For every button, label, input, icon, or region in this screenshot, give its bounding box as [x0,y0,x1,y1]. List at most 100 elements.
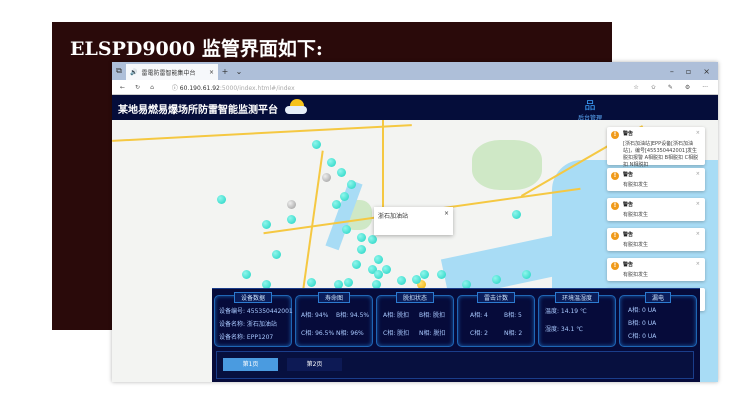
pen-icon[interactable]: ✎ [668,84,673,91]
tab-close-icon[interactable]: × [209,69,214,76]
popup-close-icon[interactable]: × [444,210,449,217]
count-c: C相: 2 [470,330,488,337]
map-marker[interactable] [332,200,341,209]
device-name: 设备名称: 浙石加油站 [219,321,277,328]
notification-title: 警告 [623,172,634,178]
new-tab-button[interactable]: + [218,67,232,76]
map-marker[interactable] [217,195,226,204]
notification-card[interactable]: ! 警告有脱扣发生 × [607,198,705,221]
page-1-button[interactable]: 第1页 [223,358,278,371]
map-marker[interactable] [342,225,351,234]
reload-icon[interactable]: ↻ [135,84,140,91]
notification-text: [浙石加油站]EPP设备[浙石加油站]，编号[4553504420​01]发生脱… [623,141,699,168]
tab-actions-icon[interactable]: ⧉ [112,66,126,76]
life-a: A相: 94% [301,312,329,319]
trip-b: B相: 脱扣 [419,312,446,319]
leak-c: C相: 0 UA [628,333,657,340]
warning-icon: ! [611,172,619,180]
device-panel: 设备数据 设备编号: 455350442001 设备名称: 浙石加油站 设备名称… [212,288,700,382]
map-marker[interactable] [312,140,321,149]
home-icon[interactable]: ⌂ [150,84,154,91]
notification-text: 有脱扣发生 [623,242,649,248]
more-icon[interactable]: ··· [702,84,708,91]
headline: ELSPD9000 监管界面如下: [70,38,323,60]
warning-icon: ! [611,202,619,210]
map-road [302,150,324,290]
map-marker[interactable] [322,173,331,182]
url-field[interactable]: ⓘ 60.190.61.92:5000/index.html#/index [172,83,295,92]
device-id: 设备编号: 455350442001 [219,308,293,315]
card-title: 设备数据 [233,292,273,303]
notification-close-icon[interactable]: × [696,130,700,136]
humidity: 湿度: 34.1 ℃ [545,326,583,333]
notification-text: 有脱扣发生 [623,182,649,188]
back-icon[interactable]: ← [120,84,125,91]
map-marker[interactable] [368,235,377,244]
map-marker[interactable] [357,245,366,254]
browser-tab[interactable]: 🔊 雷電防雷智能集中台 × [126,64,218,80]
notification-close-icon[interactable]: × [696,231,700,237]
map-marker[interactable] [242,270,251,279]
url-path: :5000/index.html#/index [219,84,295,92]
chevron-down-icon[interactable]: ⌄ [232,67,246,76]
card-title: 寿命图 [317,292,351,303]
map-marker[interactable] [492,275,501,284]
map-marker[interactable] [374,255,383,264]
minimize-icon[interactable]: – [670,67,674,76]
notification-title: 警告 [623,202,634,208]
app-title: 某地易燃易爆场所防雷智能监测平台 [118,105,278,116]
admin-button[interactable]: 品 后台管理 [578,97,602,122]
map-marker[interactable] [347,180,356,189]
pager: 第1页 第2页 [216,351,694,379]
map-marker[interactable] [262,220,271,229]
notification-text: 有脱扣发生 [623,212,649,218]
map-marker[interactable] [307,278,316,287]
map-road [112,124,412,142]
notification-card[interactable]: ! 警告有脱扣发生 × [607,228,705,251]
app-header: 某地易燃易爆场所防雷智能监测平台 品 后台管理 [112,95,718,122]
card-title: 环境温湿度 [554,292,600,303]
notification-close-icon[interactable]: × [696,201,700,207]
notification-card[interactable]: ! 警告有脱扣发生 × [607,168,705,191]
map-marker[interactable] [357,233,366,242]
maximize-icon[interactable]: ▫ [686,67,691,76]
map-marker[interactable] [437,270,446,279]
map-marker[interactable] [412,275,421,284]
map-marker[interactable] [287,215,296,224]
trip-a: A相: 脱扣 [383,312,410,319]
extensions-icon[interactable]: ⚙ [685,84,690,91]
tab-title: 雷電防雷智能集中台 [141,69,196,77]
map-marker-offline[interactable] [287,200,296,209]
map-marker[interactable] [340,192,349,201]
map-marker[interactable] [374,270,383,279]
browser-window: ⧉ 🔊 雷電防雷智能集中台 × + ⌄ – ▫ × ← ↻ ⌂ ⓘ 60.190… [112,62,718,382]
map-marker[interactable] [397,276,406,285]
card-leakage: 漏电 A相: 0 UA B相: 0 UA C相: 0 UA [619,292,697,347]
map-marker[interactable] [272,250,281,259]
star-icon[interactable]: ☆ [633,84,638,91]
card-title: 脱扣状态 [395,292,435,303]
notification-card[interactable]: ! 警告有脱扣发生 × [607,258,705,281]
map-marker[interactable] [512,210,521,219]
notification-card[interactable]: ! 警告 [浙石加油站]EPP设备[浙石加油站]，编号[4553504420​01]… [607,127,705,168]
map-marker[interactable] [420,270,429,279]
close-window-icon[interactable]: × [703,67,710,76]
leak-a: A相: 0 UA [628,307,657,314]
map-marker[interactable] [337,168,346,177]
map-marker[interactable] [382,265,391,274]
address-bar: ← ↻ ⌂ ⓘ 60.190.61.92:5000/index.html#/in… [112,80,718,95]
map-marker[interactable] [522,270,531,279]
notification-close-icon[interactable]: × [696,261,700,267]
trip-n: N相: 脱扣 [419,330,446,337]
map[interactable]: 浙石加油站 × ! 警告 [浙石加油站]EPP设备[浙石加油站]，编号[455350… [112,120,718,382]
favorites-icon[interactable]: ✩ [651,84,656,91]
map-marker[interactable] [344,278,353,287]
map-popup: 浙石加油站 × [374,207,453,235]
weather-cloud-icon [285,106,307,114]
map-marker[interactable] [327,158,336,167]
map-marker[interactable] [352,260,361,269]
notification-close-icon[interactable]: × [696,171,700,177]
page-2-button[interactable]: 第2页 [287,358,342,371]
card-trip-status: 脱扣状态 A相: 脱扣 B相: 脱扣 C相: 脱扣 N相: 脱扣 [376,292,454,347]
popup-title: 浙石加油站 [378,213,409,220]
